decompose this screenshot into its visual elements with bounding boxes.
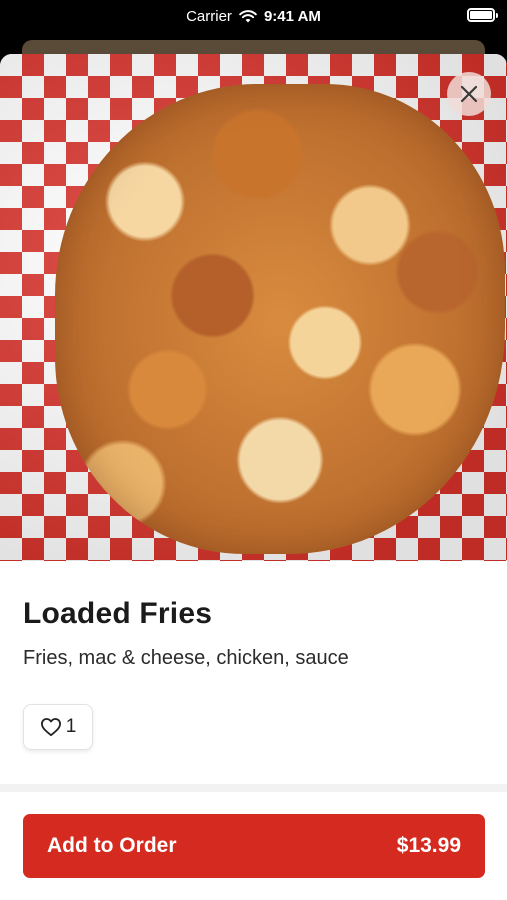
item-description: Fries, mac & cheese, chicken, sauce: [23, 647, 349, 669]
like-count: 1: [65, 716, 77, 737]
add-to-order-label: Add to Order: [47, 834, 177, 857]
battery-icon: [467, 8, 498, 22]
divider: [0, 784, 507, 792]
status-center: Carrier 9:41 AM: [186, 8, 321, 25]
loaded-fries-image: [55, 84, 505, 554]
close-button[interactable]: [447, 72, 491, 116]
close-icon: [460, 85, 478, 103]
carrier-label: Carrier: [186, 7, 232, 25]
status-time: 9:41 AM: [263, 7, 321, 25]
wifi-icon: [239, 9, 257, 22]
item-details: Loaded Fries Fries, mac & cheese, chicke…: [0, 561, 507, 750]
item-title: Loaded Fries: [23, 597, 213, 630]
heart-icon: [40, 718, 61, 737]
food-photo: [0, 54, 507, 561]
item-detail-sheet: Loaded Fries Fries, mac & cheese, chicke…: [0, 54, 507, 900]
add-to-order-button[interactable]: Add to Order $13.99: [23, 814, 485, 878]
item-price: $13.99: [396, 834, 461, 857]
like-button[interactable]: 1: [23, 704, 93, 750]
status-bar: Carrier 9:41 AM: [0, 0, 507, 32]
